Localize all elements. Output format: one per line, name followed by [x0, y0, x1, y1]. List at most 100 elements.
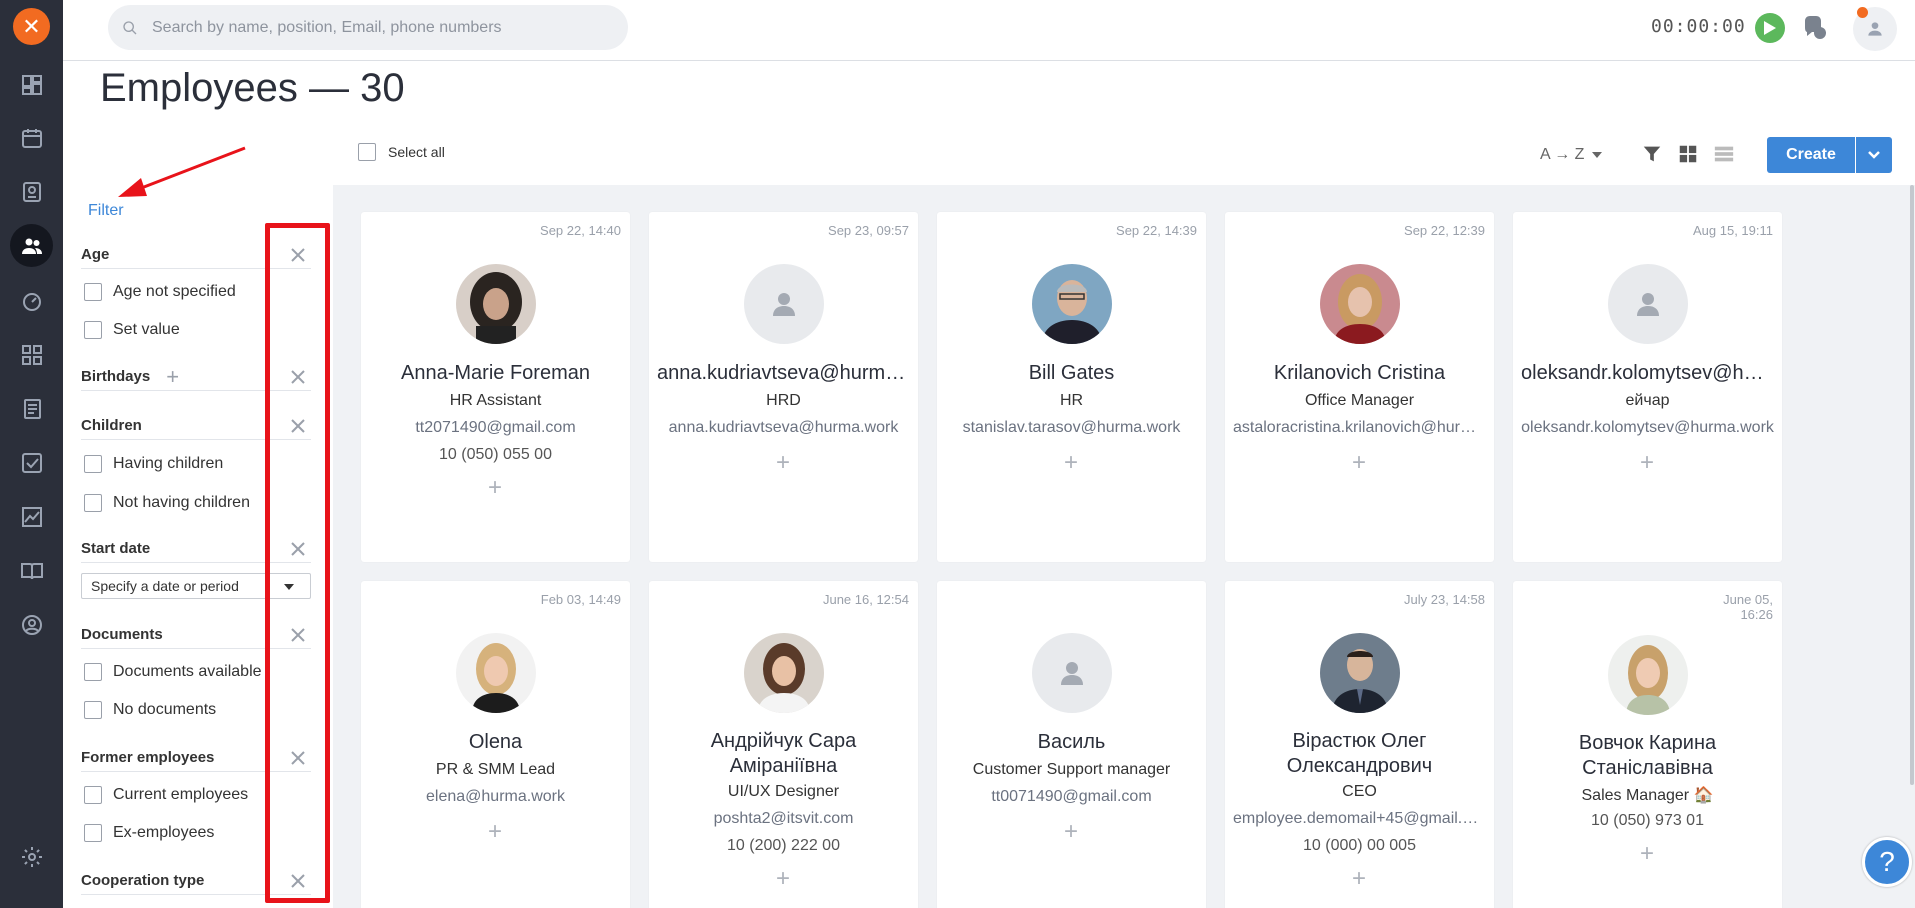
section-label: Start date: [81, 540, 151, 557]
add-icon[interactable]: +: [485, 820, 505, 844]
avatar-placeholder[interactable]: [744, 264, 824, 344]
employee-name[interactable]: Андрійчук Сара Аміраніївна: [657, 729, 910, 779]
filter-option[interactable]: Set value: [84, 321, 180, 339]
employee-card[interactable]: Sep 22, 14:40 Anna-Marie Foreman HR Assi…: [361, 212, 630, 562]
dashboard-icon[interactable]: [18, 71, 45, 98]
employee-name[interactable]: Вовчок Карина Станіславівна: [1521, 731, 1774, 781]
filter-option[interactable]: No documents: [84, 701, 216, 719]
avatar[interactable]: [1032, 264, 1112, 344]
add-icon[interactable]: +: [166, 364, 179, 390]
select-all-checkbox[interactable]: Select all: [358, 143, 445, 161]
employee-card[interactable]: Василь Customer Support manager tt007149…: [937, 581, 1206, 908]
employee-email[interactable]: tt2071490@gmail.com: [369, 419, 622, 437]
filter-icon[interactable]: [1641, 143, 1665, 167]
employee-name[interactable]: Bill Gates: [945, 361, 1198, 386]
grid-view-icon[interactable]: [1677, 143, 1701, 167]
app-logo[interactable]: ✕: [13, 8, 50, 45]
notifications-icon[interactable]: [1800, 13, 1828, 41]
checkbox[interactable]: [84, 701, 102, 719]
avatar[interactable]: [1608, 635, 1688, 715]
profile-icon[interactable]: [18, 611, 45, 638]
list-view-icon[interactable]: [1713, 143, 1737, 167]
search-icon: [123, 20, 137, 34]
employee-name[interactable]: Olena: [369, 730, 622, 755]
analytics-icon[interactable]: [18, 503, 45, 530]
checkbox[interactable]: [84, 786, 102, 804]
id-card-icon[interactable]: [18, 178, 45, 205]
play-timer-button[interactable]: [1755, 13, 1785, 43]
filter-option[interactable]: Not having children: [84, 494, 250, 512]
add-icon[interactable]: +: [1349, 451, 1369, 475]
employee-card[interactable]: Feb 03, 14:49 Olena PR & SMM Lead elena@…: [361, 581, 630, 908]
help-button[interactable]: ?: [1862, 837, 1912, 887]
filter-option[interactable]: Documents available: [84, 663, 262, 681]
employee-name[interactable]: oleksandr.kolomytsev@hurma.work: [1521, 361, 1774, 386]
knowledge-base-icon[interactable]: [18, 557, 45, 584]
employee-card[interactable]: June 16, 12:54 Андрійчук Сара Аміраніївн…: [649, 581, 918, 908]
documents-icon[interactable]: [18, 395, 45, 422]
sort-dropdown[interactable]: A → Z: [1540, 146, 1603, 164]
employee-card[interactable]: Sep 23, 09:57 anna.kudriavtseva@hurma.wo…: [649, 212, 918, 562]
employee-card[interactable]: June 05, 16:26 Вовчок Карина Станіславів…: [1513, 581, 1782, 908]
add-icon[interactable]: +: [485, 476, 505, 500]
employee-email[interactable]: poshta2@itsvit.com: [657, 810, 910, 828]
search-input[interactable]: [152, 18, 612, 37]
create-button[interactable]: Create: [1767, 137, 1855, 173]
employee-card[interactable]: Aug 15, 19:11 oleksandr.kolomytsev@hurma…: [1513, 212, 1782, 562]
option-label: Documents available: [113, 663, 262, 680]
employee-email[interactable]: tt0071490@gmail.com: [945, 788, 1198, 806]
checkbox[interactable]: [84, 321, 102, 339]
filter-option[interactable]: Age not specified: [84, 283, 236, 301]
scrollbar[interactable]: [1910, 185, 1914, 785]
checkbox[interactable]: [84, 455, 102, 473]
calendar-icon[interactable]: [18, 124, 45, 151]
employee-position: ейчар: [1625, 392, 1670, 409]
avatar[interactable]: [1320, 633, 1400, 713]
user-icon: [1868, 22, 1882, 36]
employee-card[interactable]: Sep 22, 14:39 Bill Gates HR stanislav.ta…: [937, 212, 1206, 562]
settings-icon[interactable]: [18, 843, 45, 870]
avatar-placeholder[interactable]: [1032, 633, 1112, 713]
avatar[interactable]: [1320, 264, 1400, 344]
employee-card[interactable]: July 23, 14:58 Вірастюк Олег Олександров…: [1225, 581, 1494, 908]
avatar[interactable]: [456, 633, 536, 713]
checkbox[interactable]: [84, 494, 102, 512]
employee-name[interactable]: Krilanovich Cristina: [1233, 361, 1486, 386]
search-box[interactable]: [108, 5, 628, 50]
speedometer-icon[interactable]: [18, 287, 45, 314]
filter-option[interactable]: Ex-employees: [84, 824, 214, 842]
checkbox[interactable]: [358, 143, 376, 161]
employee-position: PR & SMM Lead: [435, 761, 556, 778]
checkbox[interactable]: [84, 824, 102, 842]
add-icon[interactable]: +: [1061, 451, 1081, 475]
checkbox[interactable]: [84, 663, 102, 681]
employee-email[interactable]: astaloracristina.krilanovich@hurma.work: [1233, 419, 1486, 437]
employee-card[interactable]: Sep 22, 12:39 Krilanovich Cristina Offic…: [1225, 212, 1494, 562]
filter-option[interactable]: Current employees: [84, 786, 248, 804]
add-icon[interactable]: +: [1637, 842, 1657, 866]
employee-email[interactable]: elena@hurma.work: [369, 788, 622, 806]
add-icon[interactable]: +: [1061, 820, 1081, 844]
avatar-placeholder[interactable]: [1608, 264, 1688, 344]
user-icon: [1061, 662, 1083, 685]
tasks-icon[interactable]: [18, 449, 45, 476]
employee-name[interactable]: Василь: [945, 730, 1198, 755]
avatar[interactable]: [744, 633, 824, 713]
create-dropdown-button[interactable]: [1856, 137, 1892, 173]
employee-email[interactable]: anna.kudriavtseva@hurma.work: [657, 419, 910, 437]
employee-email[interactable]: stanislav.tarasov@hurma.work: [945, 419, 1198, 437]
workflow-icon[interactable]: [18, 341, 45, 368]
checkbox[interactable]: [84, 283, 102, 301]
employee-name[interactable]: anna.kudriavtseva@hurma.work: [657, 361, 910, 386]
add-icon[interactable]: +: [773, 867, 793, 891]
employee-email[interactable]: oleksandr.kolomytsev@hurma.work: [1521, 419, 1774, 437]
add-icon[interactable]: +: [1637, 451, 1657, 475]
add-icon[interactable]: +: [773, 451, 793, 475]
employees-icon[interactable]: [10, 224, 53, 267]
avatar[interactable]: [456, 264, 536, 344]
filter-option[interactable]: Having children: [84, 455, 223, 473]
employee-email[interactable]: employee.demomail+45@gmail.com: [1233, 810, 1486, 828]
employee-name[interactable]: Вірастюк Олег Олександрович: [1233, 729, 1486, 779]
add-icon[interactable]: +: [1349, 867, 1369, 891]
employee-name[interactable]: Anna-Marie Foreman: [369, 361, 622, 386]
